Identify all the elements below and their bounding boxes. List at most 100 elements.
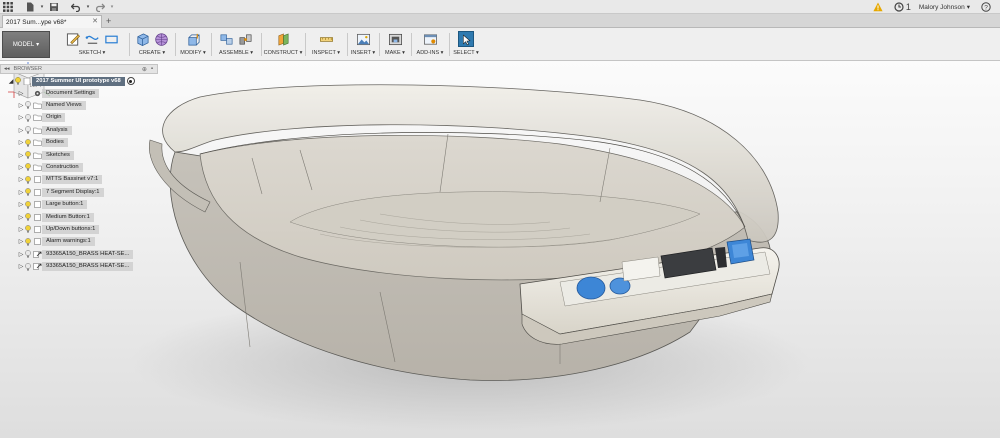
undo-chevron-icon[interactable]: ▾ xyxy=(84,0,92,14)
toolbar-group-select[interactable]: SELECT ▾ xyxy=(450,30,482,59)
scripts-add-ins-icon[interactable] xyxy=(422,31,438,47)
toolbar: MODEL ▾ SKETCH ▾ CREATE ▾ MODIFY ▾ ASSEM… xyxy=(0,28,1000,61)
create-form-icon[interactable] xyxy=(154,31,170,47)
activate-component-radio[interactable] xyxy=(126,77,135,85)
clock-icon xyxy=(894,2,904,12)
visibility-bulb-icon[interactable] xyxy=(24,200,32,209)
workspace-label: MODEL xyxy=(12,41,35,48)
browser-root-label: 2017 Summer UI prototype v68 xyxy=(32,76,125,86)
browser-item[interactable]: ▷ Sketches xyxy=(18,150,74,160)
browser-item-label: Named Views xyxy=(42,100,86,110)
visibility-bulb-icon[interactable] xyxy=(24,262,32,271)
toolbar-group-construct[interactable]: CONSTRUCT ▾ xyxy=(262,30,304,59)
workspace-chevron-icon: ▾ xyxy=(36,42,40,48)
help-icon[interactable]: ? xyxy=(978,0,994,14)
browser-item-label: Construction xyxy=(42,162,83,172)
toolbar-group-create[interactable]: CREATE ▾ xyxy=(130,30,174,59)
visibility-bulb-icon[interactable] xyxy=(24,138,32,147)
visibility-bulb-icon[interactable] xyxy=(24,237,32,246)
press-pull-icon[interactable] xyxy=(185,31,201,47)
folder-icon xyxy=(32,113,42,122)
hide-panel-icon[interactable]: ▪ xyxy=(151,66,153,73)
warning-icon[interactable] xyxy=(870,0,886,14)
document-tab-bar: 2017 Sum...ype v68* ✕ + xyxy=(0,14,1000,28)
new-tab-button[interactable]: + xyxy=(106,16,111,26)
toolbar-group-add-ins[interactable]: ADD-INS ▾ xyxy=(412,30,448,59)
browser-item[interactable]: ▷ Up/Down buttons:1 xyxy=(18,224,100,234)
line-tool-icon[interactable] xyxy=(84,31,100,47)
browser-item[interactable]: ▷ Medium Button:1 xyxy=(18,212,94,222)
insert-image-icon[interactable] xyxy=(355,31,371,47)
up-down-button-face[interactable] xyxy=(732,243,749,258)
job-status-button[interactable]: 1 xyxy=(894,0,911,14)
redo-chevron-icon[interactable]: ▾ xyxy=(108,0,116,14)
model-viewport[interactable]: LEFT xyxy=(0,62,1000,438)
visibility-bulb-icon[interactable] xyxy=(24,89,32,98)
document-tab[interactable]: 2017 Sum...ype v68* ✕ xyxy=(2,15,102,28)
toolbar-group-sketch[interactable]: SKETCH ▾ xyxy=(56,30,128,59)
browser-item[interactable]: ▷ Bodies xyxy=(18,138,68,148)
browser-item[interactable]: ▷ 93365A150_BRASS HEAT-SE... xyxy=(18,262,134,272)
toolbar-group-make[interactable]: MAKE ▾ xyxy=(380,30,410,59)
workspace-switcher[interactable]: MODEL ▾ xyxy=(2,31,50,58)
apps-grid-icon[interactable] xyxy=(0,0,16,14)
large-button[interactable] xyxy=(576,276,606,300)
browser-item-label: Large button:1 xyxy=(42,200,88,210)
visibility-bulb-icon[interactable] xyxy=(24,175,32,184)
visibility-bulb-icon[interactable] xyxy=(24,126,32,135)
toolbar-group-insert[interactable]: INSERT ▾ xyxy=(348,30,378,59)
browser-item[interactable]: ▷ Named Views xyxy=(18,100,86,110)
chevron-down-icon[interactable]: ▾ xyxy=(38,0,46,14)
browser-item[interactable]: ▷ Large button:1 xyxy=(18,200,88,210)
visibility-bulb-icon[interactable] xyxy=(24,225,32,234)
new-component-assemble-icon[interactable] xyxy=(219,31,235,47)
browser-item[interactable]: ▷ Document Settings xyxy=(18,88,99,98)
title-bar: ▾ ▾ ▾ 1 Malory Johnson ▾ ? xyxy=(0,0,1000,14)
toolbar-group-label: INSPECT ▾ xyxy=(311,50,341,56)
browser-item[interactable]: ▷ 7 Segment Display:1 xyxy=(18,187,104,197)
browser-item[interactable]: ▷ Construction xyxy=(18,162,83,172)
browser-item[interactable]: ▷ Origin xyxy=(18,113,66,123)
component-icon xyxy=(32,200,42,209)
browser-item[interactable]: ▷ Analysis xyxy=(18,125,72,135)
user-menu[interactable]: Malory Johnson ▾ xyxy=(919,3,970,12)
joint-icon[interactable] xyxy=(238,31,254,47)
visibility-bulb-icon[interactable] xyxy=(24,188,32,197)
visibility-bulb-icon[interactable] xyxy=(24,151,32,160)
save-icon[interactable] xyxy=(46,0,62,14)
toolbar-group-modify[interactable]: MODIFY ▾ xyxy=(176,30,210,59)
toolbar-group-assemble[interactable]: ASSEMBLE ▾ xyxy=(212,30,260,59)
visibility-bulb-icon[interactable] xyxy=(24,250,32,259)
collapse-panel-icon[interactable]: ◂◂ xyxy=(4,66,10,72)
folder-icon xyxy=(32,126,42,135)
redo-icon[interactable] xyxy=(92,0,108,14)
visibility-bulb-icon[interactable] xyxy=(24,213,32,222)
select-cursor-icon[interactable] xyxy=(458,31,474,47)
visibility-bulb-icon[interactable] xyxy=(24,101,32,110)
pin-panel-icon[interactable]: ⊕ xyxy=(142,66,147,73)
new-component-icon[interactable] xyxy=(135,31,151,47)
3d-print-icon[interactable] xyxy=(387,31,403,47)
measure-icon[interactable] xyxy=(318,31,334,47)
toolbar-group-inspect[interactable]: INSPECT ▾ xyxy=(306,30,346,59)
browser-item[interactable]: ▷ MTTS Bassinet v7:1 xyxy=(18,175,103,185)
file-menu-icon[interactable] xyxy=(22,0,38,14)
bassinet-model[interactable] xyxy=(0,62,1000,438)
offset-plane-icon[interactable] xyxy=(275,31,291,47)
title-bar-right: 1 Malory Johnson ▾ ? xyxy=(870,0,994,14)
toolbar-group-label: SKETCH ▾ xyxy=(78,50,106,56)
folder-icon xyxy=(32,101,42,110)
browser-item[interactable]: ▷ 93365A150_BRASS HEAT-SE... xyxy=(18,249,134,259)
browser-item[interactable]: ▷ Alarm warnings:1 xyxy=(18,237,95,247)
create-sketch-icon[interactable] xyxy=(65,31,81,47)
browser-root[interactable]: ◢ 2017 Summer UI prototype v68 xyxy=(8,76,135,86)
rectangle-tool-icon[interactable] xyxy=(103,31,119,47)
browser-item-label: Sketches xyxy=(42,150,74,160)
component-icon xyxy=(32,237,42,246)
visibility-bulb-icon[interactable] xyxy=(24,163,32,172)
undo-icon[interactable] xyxy=(68,0,84,14)
visibility-bulb-icon[interactable] xyxy=(24,113,32,122)
close-tab-icon[interactable]: ✕ xyxy=(92,17,98,25)
visibility-bulb-icon[interactable] xyxy=(14,77,22,86)
folder-icon xyxy=(32,163,42,172)
